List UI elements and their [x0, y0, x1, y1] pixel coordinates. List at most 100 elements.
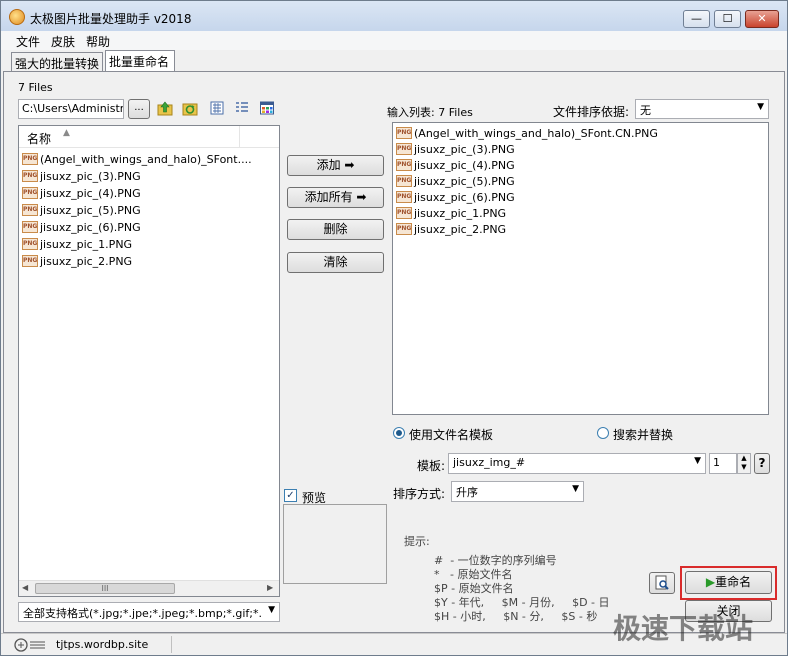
list-item[interactable]: PNG jisuxz_pic_1.PNG	[396, 205, 506, 221]
input-file-list[interactable]: PNG (Angel_with_wings_and_halo)_SFont.CN.…	[392, 122, 769, 415]
sort-ascending-icon: ▲	[63, 128, 70, 138]
sort-by-select[interactable]: 无 ▼	[635, 99, 769, 119]
list-item[interactable]: PNG jisuxz_pic_(3).PNG	[22, 168, 141, 184]
list-item-label: jisuxz_pic_(4).PNG	[40, 186, 141, 200]
list-item-label: jisuxz_pic_1.PNG	[40, 237, 133, 251]
chevron-down-icon: ▼	[694, 456, 701, 466]
source-file-list[interactable]: 名称 ▲ PNG (Angel_with_wings_and_halo)_SFon…	[18, 125, 280, 597]
file-filter-select[interactable]: 全部支持格式(*.jpg;*.jpe;*.jpeg;*.bmp;*.gif;*.…	[18, 602, 280, 622]
add-all-button[interactable]: 添加所有 ➡	[287, 187, 384, 208]
rename-panel: 7 Files C:\Users\Administrat ...	[3, 71, 785, 633]
clear-button[interactable]: 清除	[287, 252, 384, 273]
png-file-icon: PNG	[22, 204, 38, 216]
preview-box	[283, 504, 387, 584]
order-value: 升序	[456, 486, 478, 499]
template-value: jisuxz_img_#	[453, 456, 526, 469]
template-help-button[interactable]: ?	[754, 453, 770, 474]
scroll-right-icon[interactable]: ▶	[267, 583, 273, 592]
list-item-label: jisuxz_pic_1.PNG	[414, 206, 507, 220]
list-item-label: jisuxz_pic_(5).PNG	[414, 174, 515, 188]
rename-button[interactable]: ▶重命名	[685, 571, 772, 594]
start-number-stepper[interactable]: ▲ ▼	[737, 453, 751, 474]
tab-batch-rename[interactable]: 批量重命名	[105, 50, 175, 72]
status-divider	[171, 636, 172, 653]
list-item[interactable]: PNG jisuxz_pic_2.PNG	[22, 253, 132, 269]
png-file-icon: PNG	[396, 175, 412, 187]
list-item-label: (Angel_with_wings_and_halo)_SFont.CN.PNG	[414, 126, 658, 140]
list-item-label: (Angel_with_wings_and_halo)_SFont....	[40, 152, 252, 166]
menu-bar: 文件 皮肤 帮助	[1, 31, 787, 50]
order-select[interactable]: 升序 ▼	[451, 481, 584, 502]
list-view-icon[interactable]	[209, 100, 225, 116]
column-header-row: 名称 ▲	[19, 126, 279, 148]
png-file-icon: PNG	[22, 221, 38, 233]
png-file-icon: PNG	[396, 127, 412, 139]
png-file-icon: PNG	[396, 159, 412, 171]
window-title: 太极图片批量处理助手 v2018	[30, 12, 192, 26]
stepper-up-icon[interactable]: ▲	[738, 454, 750, 463]
magnifier-doc-icon	[655, 575, 669, 590]
refresh-folder-icon[interactable]	[182, 100, 198, 116]
file-filter-value: 全部支持格式(*.jpg;*.jpe;*.jpeg;*.bmp;*.gif;*.	[23, 607, 263, 620]
list-item[interactable]: PNG jisuxz_pic_(6).PNG	[22, 219, 141, 235]
app-logo-icon	[9, 9, 25, 25]
use-template-label: 使用文件名模板	[409, 428, 494, 442]
list-item[interactable]: PNG jisuxz_pic_(4).PNG	[22, 185, 141, 201]
name-column-header[interactable]: 名称	[27, 130, 51, 147]
status-text: tjtps.wordbp.site	[56, 638, 149, 651]
menu-file[interactable]: 文件	[16, 33, 40, 50]
column-divider	[239, 126, 240, 148]
details-view-icon[interactable]	[234, 100, 250, 116]
browse-button[interactable]: ...	[128, 99, 150, 119]
menu-help[interactable]: 帮助	[86, 33, 110, 50]
use-template-radio[interactable]	[393, 427, 405, 439]
list-item[interactable]: PNG jisuxz_pic_(5).PNG	[22, 202, 141, 218]
thumbnail-view-icon[interactable]	[259, 100, 275, 116]
preview-rename-button[interactable]	[649, 572, 675, 594]
list-item[interactable]: PNG jisuxz_pic_(5).PNG	[396, 173, 515, 189]
list-item-label: jisuxz_pic_2.PNG	[40, 254, 133, 268]
menu-skin[interactable]: 皮肤	[51, 33, 75, 50]
start-number-input[interactable]: 1	[709, 453, 737, 474]
list-item[interactable]: PNG jisuxz_pic_(3).PNG	[396, 141, 515, 157]
rename-label: 重命名	[715, 575, 752, 589]
list-item[interactable]: PNG (Angel_with_wings_and_halo)_SFont....	[22, 151, 252, 167]
preview-checkbox[interactable]: ✓	[284, 489, 297, 502]
search-replace-radio[interactable]	[597, 427, 609, 439]
png-file-icon: PNG	[396, 143, 412, 155]
list-item[interactable]: PNG jisuxz_pic_(6).PNG	[396, 189, 515, 205]
list-item-label: jisuxz_pic_2.PNG	[414, 222, 507, 236]
list-item[interactable]: PNG jisuxz_pic_2.PNG	[396, 221, 506, 237]
png-file-icon: PNG	[396, 223, 412, 235]
sort-by-label: 文件排序依据:	[553, 105, 630, 119]
play-icon: ▶	[705, 575, 716, 589]
chevron-down-icon: ▼	[757, 102, 764, 112]
list-item[interactable]: PNG (Angel_with_wings_and_halo)_SFont.CN.…	[396, 125, 658, 141]
list-item-label: jisuxz_pic_(3).PNG	[414, 142, 515, 156]
png-file-icon: PNG	[22, 187, 38, 199]
sort-by-value: 无	[640, 104, 651, 117]
list-item-label: jisuxz_pic_(4).PNG	[414, 158, 515, 172]
png-file-icon: PNG	[22, 153, 38, 165]
png-file-icon: PNG	[22, 255, 38, 267]
input-list-label: 输入列表: 7 Files	[387, 106, 473, 119]
scroll-thumb[interactable]: III	[35, 583, 175, 594]
list-item[interactable]: PNG jisuxz_pic_(4).PNG	[396, 157, 515, 173]
maximize-button[interactable]: ☐	[714, 10, 741, 28]
png-file-icon: PNG	[22, 238, 38, 250]
horizontal-scrollbar[interactable]: ◀ III ▶	[19, 580, 279, 596]
close-window-button[interactable]: ✕	[745, 10, 779, 28]
add-button[interactable]: 添加 ➡	[287, 155, 384, 176]
scroll-left-icon[interactable]: ◀	[22, 583, 28, 592]
tab-batch-convert[interactable]: 强大的批量转换	[11, 52, 103, 72]
minimize-button[interactable]: —	[683, 10, 710, 28]
folder-up-icon[interactable]	[157, 100, 173, 116]
folder-path-input[interactable]: C:\Users\Administrat	[18, 99, 124, 119]
list-item-label: jisuxz_pic_(6).PNG	[40, 220, 141, 234]
list-item[interactable]: PNG jisuxz_pic_1.PNG	[22, 236, 132, 252]
png-file-icon: PNG	[22, 170, 38, 182]
delete-button[interactable]: 删除	[287, 219, 384, 240]
file-count-label: 7 Files	[18, 81, 53, 94]
stepper-down-icon[interactable]: ▼	[738, 463, 750, 472]
template-input[interactable]: jisuxz_img_# ▼	[448, 453, 706, 474]
